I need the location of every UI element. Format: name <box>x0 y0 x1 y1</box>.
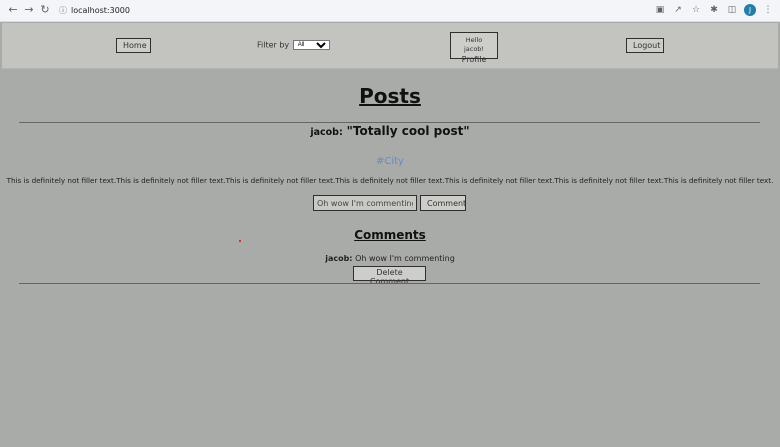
divider-bottom <box>19 283 760 284</box>
url-text: localhost:3000 <box>71 6 130 15</box>
comment-input[interactable] <box>313 195 417 211</box>
home-button[interactable]: Home <box>116 38 151 53</box>
post-title: "Totally cool post" <box>346 124 470 138</box>
comment-item: jacob: Oh wow I'm commenting <box>0 254 780 263</box>
comments-heading: Comments <box>354 228 426 242</box>
post-tag[interactable]: #City <box>0 156 780 167</box>
filter-select[interactable]: All <box>292 40 330 50</box>
delete-comment-button[interactable]: Delete Comment <box>353 266 426 286</box>
reload-icon[interactable]: ↻ <box>38 3 52 17</box>
comment-author: jacob: <box>325 254 353 263</box>
browser-actions: ▣ ↗ ☆ ✱ ◫ J ⋮ <box>654 3 774 17</box>
divider-top <box>19 122 760 123</box>
bookmark-star-icon[interactable]: ☆ <box>690 3 702 17</box>
browser-toolbar: ← → ↻ ⓘ localhost:3000 ▣ ↗ ☆ ✱ ◫ J ⋮ <box>0 0 780 22</box>
forward-icon[interactable]: → <box>22 3 36 17</box>
post-body: This is definitely not filler text.This … <box>6 176 774 185</box>
sidebar-icon[interactable]: ◫ <box>726 3 738 17</box>
post-heading: jacob: "Totally cool post" <box>0 124 780 138</box>
comment-button[interactable]: Comment <box>420 195 466 211</box>
profile-button[interactable]: Hello jacob! Profile <box>450 32 498 64</box>
back-icon[interactable]: ← <box>6 3 20 17</box>
menu-kebab-icon[interactable]: ⋮ <box>762 3 774 17</box>
profile-label: Profile <box>461 55 487 64</box>
filter-label: Filter by <box>257 40 290 50</box>
logout-button[interactable]: Logout <box>626 38 664 53</box>
extensions-icon[interactable]: ✱ <box>708 3 720 17</box>
share-icon[interactable]: ↗ <box>672 3 684 17</box>
page-title: Posts <box>359 84 421 108</box>
profile-greeting: Hello jacob! <box>463 36 485 53</box>
site-info-icon[interactable]: ⓘ <box>58 2 68 19</box>
profile-avatar[interactable]: J <box>744 4 756 16</box>
address-bar[interactable]: ⓘ localhost:3000 <box>54 2 654 19</box>
install-icon[interactable]: ▣ <box>654 3 666 17</box>
comment-text: Oh wow I'm commenting <box>355 254 455 263</box>
filter-group: Filter by All <box>257 40 330 50</box>
app-navbar: Home Filter by All Hello jacob! Profile … <box>2 23 778 69</box>
post-author: jacob: <box>310 127 343 138</box>
